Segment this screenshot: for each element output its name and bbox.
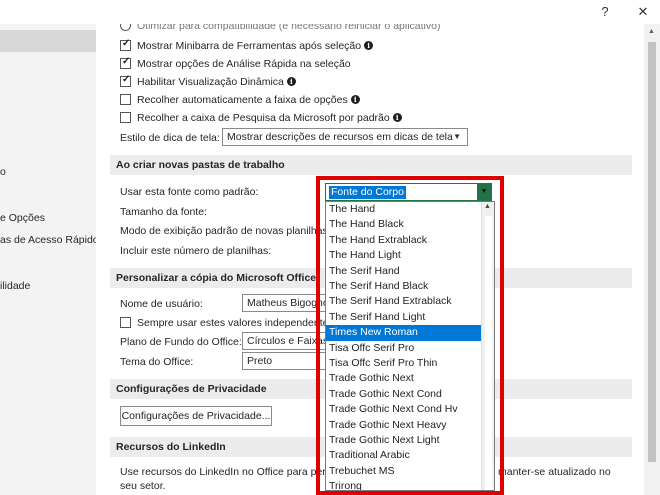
sidebar-item-2[interactable]: e Opções: [0, 212, 45, 224]
quick-analysis-checkbox[interactable]: [120, 56, 131, 69]
info-icon: i: [350, 95, 360, 104]
mini-toolbar-checkbox[interactable]: [120, 38, 131, 51]
sidebar-active-item[interactable]: [0, 30, 96, 52]
default-font-label: Usar esta fonte como padrão:: [120, 186, 259, 198]
font-list-item[interactable]: The Hand: [326, 202, 482, 217]
tooltip-style-value: Mostrar descrições de recursos em dicas …: [227, 131, 453, 143]
scrollbar-thumb[interactable]: [648, 42, 656, 462]
sidebar-item-4[interactable]: ilidade: [0, 280, 30, 292]
font-list-item[interactable]: The Serif Hand: [326, 264, 482, 279]
font-list-item[interactable]: Tisa Offc Serif Pro Thin: [326, 356, 482, 371]
collapse-ribbon-label: Recolher automaticamente a faixa de opçõ…: [137, 94, 348, 106]
font-list-item[interactable]: Trirong: [326, 479, 482, 490]
font-list-item[interactable]: Trade Gothic Next Cond: [326, 387, 482, 402]
font-list-item[interactable]: Traditional Arabic: [326, 448, 482, 463]
font-dropdown-list: The Hand The Hand Black The Hand Extrablac…: [325, 201, 495, 491]
section-new-workbooks: Ao criar novas pastas de trabalho: [110, 155, 632, 175]
sheets-count-label: Incluir este número de planilhas:: [120, 245, 272, 257]
font-size-label: Tamanho da fonte:: [120, 206, 207, 218]
tooltip-style-label: Estilo de dica de tela:: [120, 132, 220, 144]
info-icon: i: [392, 113, 402, 122]
font-list-scrollbar[interactable]: ▲: [481, 202, 494, 490]
linkedin-text: Use recursos do LinkedIn no Office para …: [120, 466, 335, 478]
office-background-label: Plano de Fundo do Office:: [120, 336, 242, 348]
tooltip-style-select[interactable]: Mostrar descrições de recursos em dicas …: [222, 128, 468, 146]
options-scrollbar[interactable]: ▲: [644, 24, 660, 495]
user-name-label: Nome de usuário:: [120, 298, 203, 310]
option-collapse-ribbon[interactable]: Recolher automaticamente a faixa de opçõ…: [120, 94, 360, 106]
font-list-item[interactable]: Trade Gothic Next Heavy: [326, 418, 482, 433]
option-quick-analysis[interactable]: Mostrar opções de Análise Rápida na sele…: [120, 56, 351, 70]
chevron-down-icon: ▼: [453, 132, 461, 141]
font-list-item[interactable]: The Serif Hand Light: [326, 310, 482, 325]
collapse-ribbon-checkbox[interactable]: [120, 94, 131, 105]
sidebar-item-3[interactable]: as de Acesso Rápido: [0, 234, 96, 246]
quick-analysis-label: Mostrar opções de Análise Rápida na sele…: [137, 58, 351, 70]
live-preview-label: Habilitar Visualização Dinâmica: [137, 76, 284, 88]
default-font-select[interactable]: Fonte do Corpo ▼: [325, 183, 492, 201]
font-list-item[interactable]: Trade Gothic Next Cond Hv: [326, 402, 482, 417]
compat-radio[interactable]: [120, 24, 131, 31]
default-view-label: Modo de exibição padrão de novas planilh…: [120, 225, 331, 237]
close-icon[interactable]: ✕: [632, 2, 654, 22]
font-list-item[interactable]: Times New Roman: [326, 325, 482, 341]
info-icon: i: [364, 41, 374, 50]
privacy-settings-button[interactable]: Configurações de Privacidade...: [120, 406, 272, 426]
font-list-item[interactable]: The Hand Extrablack: [326, 233, 482, 248]
option-live-preview[interactable]: Habilitar Visualização Dinâmicai: [120, 74, 296, 88]
info-icon: i: [286, 77, 296, 86]
scroll-up-icon[interactable]: ▲: [648, 28, 655, 35]
dropdown-arrow-icon[interactable]: ▼: [477, 184, 491, 200]
title-bar: ? ✕: [0, 0, 660, 24]
font-list-item[interactable]: The Hand Black: [326, 217, 482, 232]
compat-label: Otimizar para compatibilidade (é necessá…: [137, 24, 441, 32]
sidebar: o e Opções as de Acesso Rápido ilidade: [0, 24, 96, 495]
option-mini-toolbar[interactable]: Mostrar Minibarra de Ferramentas após se…: [120, 38, 374, 52]
mini-toolbar-label: Mostrar Minibarra de Ferramentas após se…: [137, 40, 362, 52]
help-icon[interactable]: ?: [594, 2, 616, 22]
font-list-item[interactable]: Trade Gothic Next Light: [326, 433, 482, 448]
live-preview-checkbox[interactable]: [120, 74, 131, 87]
font-list-item[interactable]: Trebuchet MS: [326, 464, 482, 479]
always-use-checkbox[interactable]: [120, 317, 131, 328]
sidebar-item-1[interactable]: o: [0, 166, 6, 178]
collapse-search-checkbox[interactable]: [120, 112, 131, 123]
collapse-search-label: Recolher a caixa de Pesquisa da Microsof…: [137, 112, 390, 124]
font-list-scroll-thumb[interactable]: [485, 216, 492, 490]
font-list-item[interactable]: The Serif Hand Extrablack: [326, 294, 482, 309]
linkedin-text-line2: seu setor.: [120, 480, 166, 492]
partial-option: Otimizar para compatibilidade (é necessá…: [120, 24, 440, 32]
font-list-item[interactable]: Tisa Offc Serif Pro: [326, 341, 482, 356]
scroll-up-icon[interactable]: ▲: [484, 203, 491, 210]
option-collapse-search[interactable]: Recolher a caixa de Pesquisa da Microsof…: [120, 112, 402, 124]
default-font-value: Fonte do Corpo: [329, 186, 406, 199]
office-theme-label: Tema do Office:: [120, 356, 194, 368]
font-list-item[interactable]: The Hand Light: [326, 248, 482, 263]
font-list-item[interactable]: The Serif Hand Black: [326, 279, 482, 294]
font-list-item[interactable]: Trade Gothic Next: [326, 371, 482, 386]
